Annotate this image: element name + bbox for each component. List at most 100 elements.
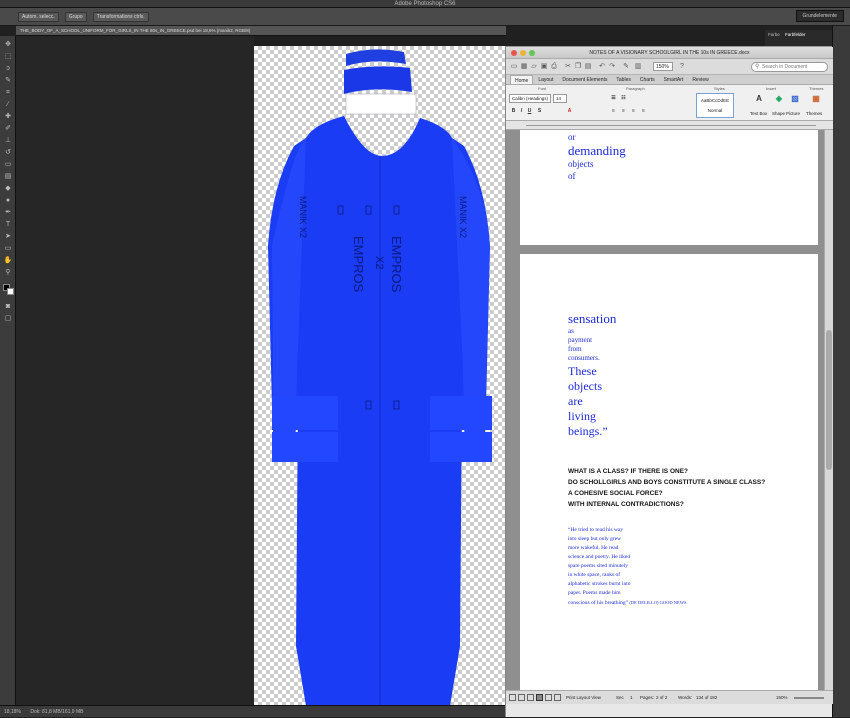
font-size-select[interactable]: 14 bbox=[553, 94, 567, 103]
styles-group-label: Styles bbox=[714, 86, 725, 91]
insert-group-label: Insert bbox=[766, 86, 777, 91]
blur-tool-icon[interactable]: ◆ bbox=[3, 184, 13, 193]
bullets-icon[interactable]: ☰ bbox=[610, 95, 617, 102]
copy-icon[interactable]: ❐ bbox=[574, 62, 582, 71]
swatches-tab[interactable]: Farbfelder bbox=[785, 32, 806, 37]
strikethrough-button[interactable]: S bbox=[536, 108, 543, 115]
numbering-icon[interactable]: ☷ bbox=[620, 95, 627, 102]
tab-review[interactable]: Review bbox=[688, 75, 712, 84]
type-tool-icon[interactable]: T bbox=[3, 220, 13, 229]
font-color-button[interactable]: A bbox=[566, 108, 573, 115]
bold-button[interactable]: B bbox=[510, 108, 517, 115]
page-1[interactable]: or demanding objects of bbox=[520, 130, 818, 245]
zoom-window-button[interactable] bbox=[529, 50, 535, 56]
themes-label[interactable]: Themes bbox=[806, 111, 822, 116]
picture-label[interactable]: Picture bbox=[786, 111, 800, 116]
full-screen-view-icon[interactable] bbox=[554, 694, 561, 701]
eraser-tool-icon[interactable]: ▭ bbox=[3, 160, 13, 169]
move-tool-icon[interactable]: ✥ bbox=[3, 40, 13, 49]
text-box-icon[interactable]: A bbox=[754, 95, 764, 105]
group-select[interactable]: Grupo bbox=[64, 11, 87, 22]
sidebar-icon[interactable]: ▥ bbox=[634, 62, 642, 71]
gradient-tool-icon[interactable]: ▤ bbox=[3, 172, 13, 181]
tab-layout[interactable]: Layout bbox=[534, 75, 557, 84]
canvas-transparent-area[interactable]: MANIK X2 MANIK X2 EMPROS X2 EMPROS bbox=[254, 46, 507, 706]
quote-line: into sleep but only grew bbox=[568, 536, 622, 542]
cut-icon[interactable]: ✂ bbox=[564, 62, 572, 71]
words-value[interactable]: 134 of 182 bbox=[696, 695, 717, 700]
tab-tables[interactable]: Tables bbox=[612, 75, 634, 84]
zoom-field[interactable]: 150% bbox=[653, 62, 673, 71]
color-tab[interactable]: Farbe bbox=[768, 32, 780, 37]
tab-charts[interactable]: Charts bbox=[636, 75, 659, 84]
underline-button[interactable]: U bbox=[526, 108, 533, 115]
stamp-tool-icon[interactable]: ⊥ bbox=[3, 136, 13, 145]
hand-tool-icon[interactable]: ✋ bbox=[3, 256, 13, 265]
quick-mask-icon[interactable]: ◙ bbox=[3, 302, 13, 311]
quick-select-tool-icon[interactable]: ✎ bbox=[3, 76, 13, 85]
auto-select-checkbox[interactable]: Autom. selecc. bbox=[18, 11, 59, 22]
background-color-swatch[interactable] bbox=[7, 288, 14, 295]
ribbon: Font Paragraph Styles Insert Themes Cali… bbox=[506, 85, 833, 121]
shape-label[interactable]: Shape bbox=[772, 111, 785, 116]
zoom-tool-icon[interactable]: ⚲ bbox=[3, 268, 13, 277]
paste-icon[interactable]: ▤ bbox=[584, 62, 592, 71]
redo-icon[interactable]: ↷ bbox=[608, 62, 616, 71]
undo-icon[interactable]: ↶ bbox=[598, 62, 606, 71]
tab-home[interactable]: Home bbox=[510, 75, 534, 84]
open-icon[interactable]: ▱ bbox=[530, 62, 538, 71]
lasso-tool-icon[interactable]: ↄ bbox=[3, 64, 13, 73]
screen-mode-icon[interactable]: ▢ bbox=[3, 314, 13, 323]
scrollbar-thumb[interactable] bbox=[826, 330, 832, 470]
history-brush-tool-icon[interactable]: ↺ bbox=[3, 148, 13, 157]
themes-icon[interactable]: ▦ bbox=[811, 95, 821, 105]
draft-view-icon[interactable] bbox=[509, 694, 516, 701]
word-statusbar: Print Layout View Sec 1 Pages: 2 of 2 Wo… bbox=[506, 690, 833, 704]
new-document-icon[interactable]: ▭ bbox=[510, 62, 518, 71]
horizontal-ruler[interactable] bbox=[506, 121, 833, 130]
shape-icon[interactable]: ◆ bbox=[774, 95, 784, 105]
tab-document-elements[interactable]: Document Elements bbox=[558, 75, 611, 84]
search-input[interactable]: ⚲ Search in Document bbox=[751, 62, 828, 72]
page-2[interactable]: sensation as payment from consumers. The… bbox=[520, 254, 818, 690]
picture-icon[interactable]: ▧ bbox=[790, 95, 800, 105]
document-tab[interactable]: THE_BODY_OF_A_SCHOOL_UNIFORM_FOR_GIRLS_I… bbox=[16, 26, 506, 36]
eyedropper-tool-icon[interactable]: ⁄ bbox=[3, 100, 13, 109]
italic-button[interactable]: I bbox=[518, 108, 525, 115]
text-box-label[interactable]: Text Box bbox=[750, 111, 767, 116]
print-layout-view-icon[interactable] bbox=[536, 694, 543, 701]
marquee-tool-icon[interactable]: ⬚ bbox=[3, 52, 13, 61]
sensation-line: sensation bbox=[568, 311, 617, 326]
brush-tool-icon[interactable]: ✐ bbox=[3, 124, 13, 133]
help-icon[interactable]: ? bbox=[678, 62, 686, 71]
zoom-readout[interactable]: 18,18% bbox=[4, 709, 21, 715]
print-icon[interactable]: ⎙ bbox=[550, 62, 558, 71]
templates-icon[interactable]: ▦ bbox=[520, 62, 528, 71]
close-window-button[interactable] bbox=[511, 50, 517, 56]
outline-view-icon[interactable] bbox=[518, 694, 525, 701]
font-name-select[interactable]: Calibri (Headings) bbox=[509, 94, 551, 103]
shape-tool-icon[interactable]: ▭ bbox=[3, 244, 13, 253]
format-painter-icon[interactable]: ✎ bbox=[622, 62, 630, 71]
dodge-tool-icon[interactable]: ● bbox=[3, 196, 13, 205]
crop-tool-icon[interactable]: ⌗ bbox=[3, 88, 13, 97]
path-select-tool-icon[interactable]: ➤ bbox=[3, 232, 13, 241]
align-left-icon[interactable]: ≡ bbox=[610, 108, 617, 115]
healing-tool-icon[interactable]: ✚ bbox=[3, 112, 13, 121]
paragraph-group-label: Paragraph bbox=[626, 86, 645, 91]
pen-tool-icon[interactable]: ✒ bbox=[3, 208, 13, 217]
document-area[interactable]: or demanding objects of sensation as pay… bbox=[506, 130, 833, 690]
workspace-select[interactable]: Grundelemente bbox=[795, 10, 844, 22]
minimize-window-button[interactable] bbox=[520, 50, 526, 56]
zoom-slider[interactable] bbox=[794, 697, 824, 699]
save-icon[interactable]: ▣ bbox=[540, 62, 548, 71]
tab-smartart[interactable]: SmartArt bbox=[660, 75, 688, 84]
align-center-icon[interactable]: ≡ bbox=[620, 108, 627, 115]
transform-controls-checkbox[interactable]: Transformations ctrls. bbox=[92, 11, 149, 22]
vertical-scrollbar[interactable] bbox=[824, 130, 833, 690]
align-right-icon[interactable]: ≡ bbox=[630, 108, 637, 115]
publishing-view-icon[interactable] bbox=[527, 694, 534, 701]
notebook-view-icon[interactable] bbox=[545, 694, 552, 701]
style-gallery-item[interactable]: AaBbCcDdEE Normal bbox=[696, 93, 734, 118]
justify-icon[interactable]: ≡ bbox=[640, 108, 647, 115]
